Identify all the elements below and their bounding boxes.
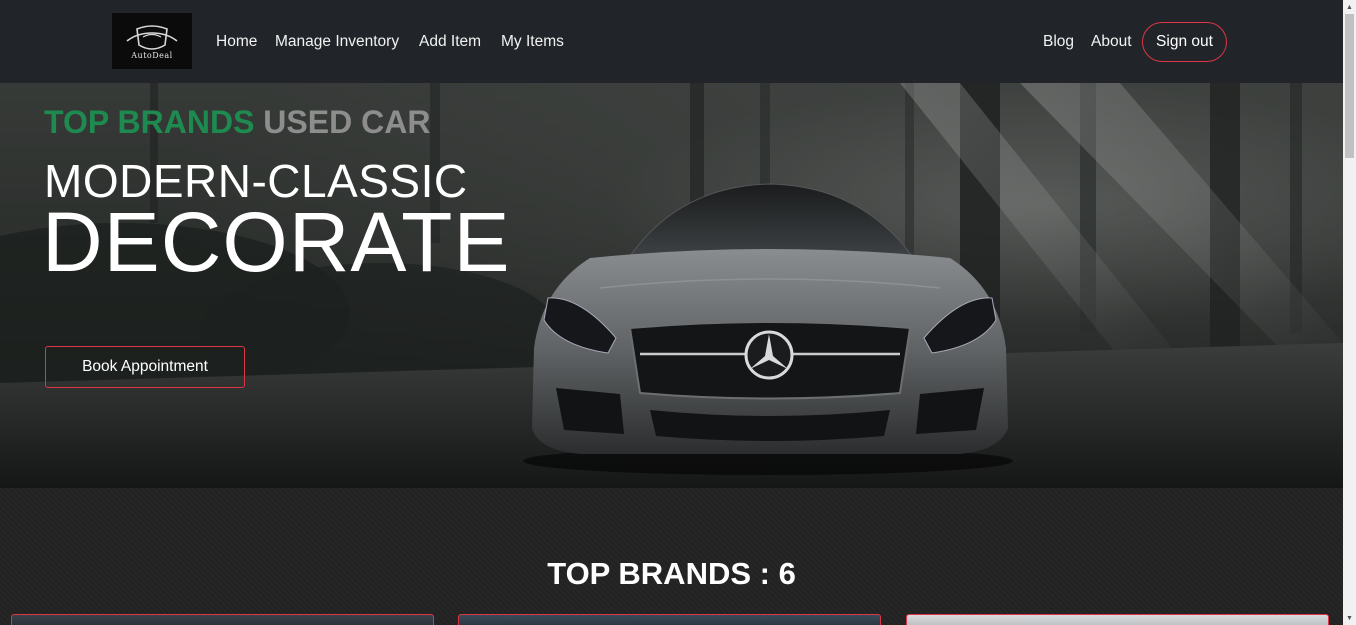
nav-my-items[interactable]: My Items: [501, 32, 564, 52]
scrollbar-thumb[interactable]: [1345, 14, 1354, 158]
brand-card[interactable]: [11, 614, 434, 625]
top-brands-heading: TOP BRANDS : 6: [547, 556, 796, 591]
nav-blog[interactable]: Blog: [1043, 32, 1074, 52]
nav-manage-inventory[interactable]: Manage Inventory: [275, 32, 399, 52]
page-scrollbar[interactable]: ▲ ▼: [1343, 0, 1356, 625]
tagline-used-car: USED CAR: [263, 104, 431, 140]
car-shield-logo-icon: [126, 24, 178, 50]
book-appointment-button[interactable]: Book Appointment: [45, 346, 245, 388]
logo-text: AutoDeal: [131, 50, 173, 60]
hero-title: DECORATE: [42, 195, 511, 289]
hero-tagline: TOP BRANDS USED CAR: [44, 104, 430, 140]
autodeal-logo[interactable]: AutoDeal: [112, 13, 192, 69]
nav-about[interactable]: About: [1091, 32, 1132, 52]
navbar: AutoDeal Home Manage Inventory Add Item …: [0, 0, 1343, 83]
scroll-up-arrow-icon[interactable]: ▲: [1343, 0, 1356, 14]
nav-home[interactable]: Home: [216, 32, 257, 52]
sign-out-button[interactable]: Sign out: [1142, 22, 1227, 62]
top-brands-section: TOP BRANDS : 6: [0, 488, 1343, 625]
brand-card[interactable]: [906, 614, 1329, 625]
scroll-down-arrow-icon[interactable]: ▼: [1343, 611, 1356, 625]
hero-banner: TOP BRANDS USED CAR MODERN-CLASSIC DECOR…: [0, 83, 1343, 488]
mercedes-car-image: [523, 183, 1013, 475]
brand-card[interactable]: [458, 614, 881, 625]
nav-add-item[interactable]: Add Item: [419, 32, 481, 52]
tagline-top-brands: TOP BRANDS: [44, 104, 255, 140]
